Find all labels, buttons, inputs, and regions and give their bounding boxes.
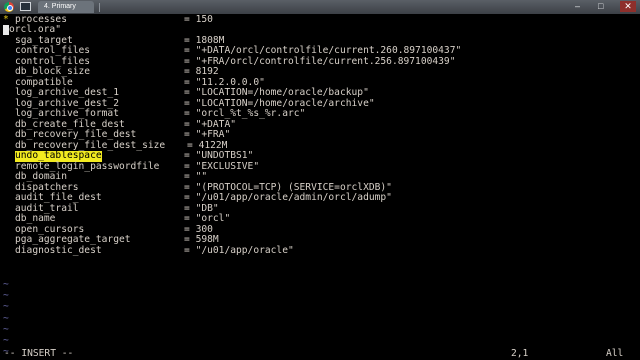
cursor-line-value: orcl.ora" [9,24,61,35]
equals-sign: = [184,13,190,25]
chrome-icon[interactable] [4,2,14,12]
equals-sign: = [184,223,190,235]
empty-line-tilde: ~ [3,301,9,313]
param-name: undo_tablespace [15,150,102,162]
param-name: log_archive_format [15,108,119,119]
param-name: audit_file_dest [15,192,102,203]
config-line[interactable]: audit_trail = "DB" [0,202,640,215]
param-value-text: "orcl" [195,213,231,224]
param-name: control_files [15,45,91,56]
monitor-icon[interactable] [20,2,31,11]
config-line[interactable]: db_block_size = 8192 [0,66,640,78]
line-marker: * [3,13,9,25]
param-value-text: "orcl_%t_%s_%r.arc" [195,108,306,119]
param-value-text: "11.2.0.0.0" [195,76,265,88]
empty-line-tilde: ~ [3,290,9,302]
equals-sign: = [184,234,190,245]
param-value-text: 300 [195,223,213,235]
config-line[interactable]: audit_file_dest = "/u01/app/oracle/admin/… [0,192,640,204]
equals-sign: = [184,244,190,256]
param-value-text: "LOCATION=/home/oracle/backup" [195,87,369,98]
config-line[interactable]: undo_tablespace = "UNDOTBS1" [0,150,640,162]
empty-line-tilde: ~ [3,335,9,346]
empty-line-tilde: ~ [3,312,9,324]
equals-sign: = [184,129,190,140]
param-value-text: 8192 [195,66,219,77]
param-value-text: "LOCATION=/home/oracle/archive" [195,97,375,109]
config-line[interactable]: orcl.ora" [0,24,640,36]
param-value-text: "UNDOTBS1" [195,150,254,161]
equals-sign: = [184,150,190,161]
maximize-button[interactable]: □ [598,1,603,12]
vim-editor[interactable]: * processes = 150 orcl.ora" sga_target = 1808… [0,14,640,360]
config-line[interactable]: db_name = "orcl" [0,213,640,225]
equals-sign: = [184,118,190,130]
equals-sign: = [184,160,190,172]
equals-sign: = [184,87,190,98]
config-line[interactable]: remote_login_passwordfile = "EXCLUSIVE" [0,160,640,173]
equals-sign: = [184,97,190,109]
mode-indicator: -- INSERT -- [4,348,74,359]
param-value-text: "" [195,171,208,182]
param-value: = "/u01/app/oracle" [184,244,294,257]
param-value-text: "EXCLUSIVE" [195,160,260,172]
equals-sign: = [184,45,190,56]
titlebar-divider [99,3,100,12]
param-value-text: "+DATA/orcl/controlfile/current.260.8971… [195,45,462,56]
equals-sign: = [184,108,190,119]
config-line[interactable]: pga_aggregate_target = 598M [0,234,640,246]
param-value-text: "+FRA" [195,129,231,140]
minimize-button[interactable]: – [575,1,580,12]
equals-sign: = [184,181,190,193]
param-name: db_name [15,213,56,224]
empty-line-tilde: ~ [3,279,9,290]
cursor-position: 2,1 [511,348,529,359]
tab-primary[interactable]: 4. Primary [38,1,94,13]
config-line[interactable]: log_archive_format = "orcl_%t_%s_%r.arc" [0,108,640,120]
scroll-indicator: All [606,348,624,359]
param-value-text: "+DATA" [195,118,236,130]
param-value-text: "/u01/app/oracle" [195,244,294,256]
param-name: db_recovery_file_dest [15,129,137,140]
param-value-text: 598M [195,234,219,245]
param-value-text: 4122M [198,139,228,151]
equals-sign: = [184,55,190,67]
param-name: log_archive_dest_1 [15,87,119,98]
param-value-text: "+FRA/orcl/controlfile/current.256.89710… [195,55,456,67]
param-name: db_block_size [15,66,91,77]
empty-line-tilde: ~ [3,323,9,335]
close-button[interactable]: ✕ [620,1,636,12]
param-value-text: "(PROTOCOL=TCP) (SERVICE=orclXDB)" [195,181,392,193]
equals-sign: = [184,34,190,46]
equals-sign: = [184,213,190,224]
param-name: db_domain [15,171,67,182]
param-name: diagnostic_dest [15,244,102,256]
param-value: = "+FRA/orcl/controlfile/current.256.897… [184,55,456,68]
cursor-line-text: orcl.ora" [3,24,61,36]
equals-sign: = [184,66,190,77]
equals-sign: = [184,192,190,203]
config-line[interactable]: db_recovery_file_dest = "+FRA" [0,129,640,141]
equals-sign: = [184,202,190,214]
param-value-text: "DB" [195,202,219,214]
param-name: pga_aggregate_target [15,234,131,245]
config-line[interactable]: diagnostic_dest = "/u01/app/oracle" [0,244,640,257]
param-value: = 150 [184,13,213,26]
window-titlebar: 4. Primary – □ ✕ [0,0,640,14]
param-value-text: 150 [195,13,213,25]
equals-sign: = [187,139,193,151]
config-line[interactable]: control_files = "+FRA/orcl/controlfile/cu… [0,55,640,68]
param-value-text: "/u01/app/oracle/admin/orcl/adump" [195,192,392,203]
param-value-text: 1808M [195,34,225,46]
config-line[interactable]: * processes = 150 [0,13,640,26]
equals-sign: = [184,76,190,88]
equals-sign: = [184,171,190,182]
